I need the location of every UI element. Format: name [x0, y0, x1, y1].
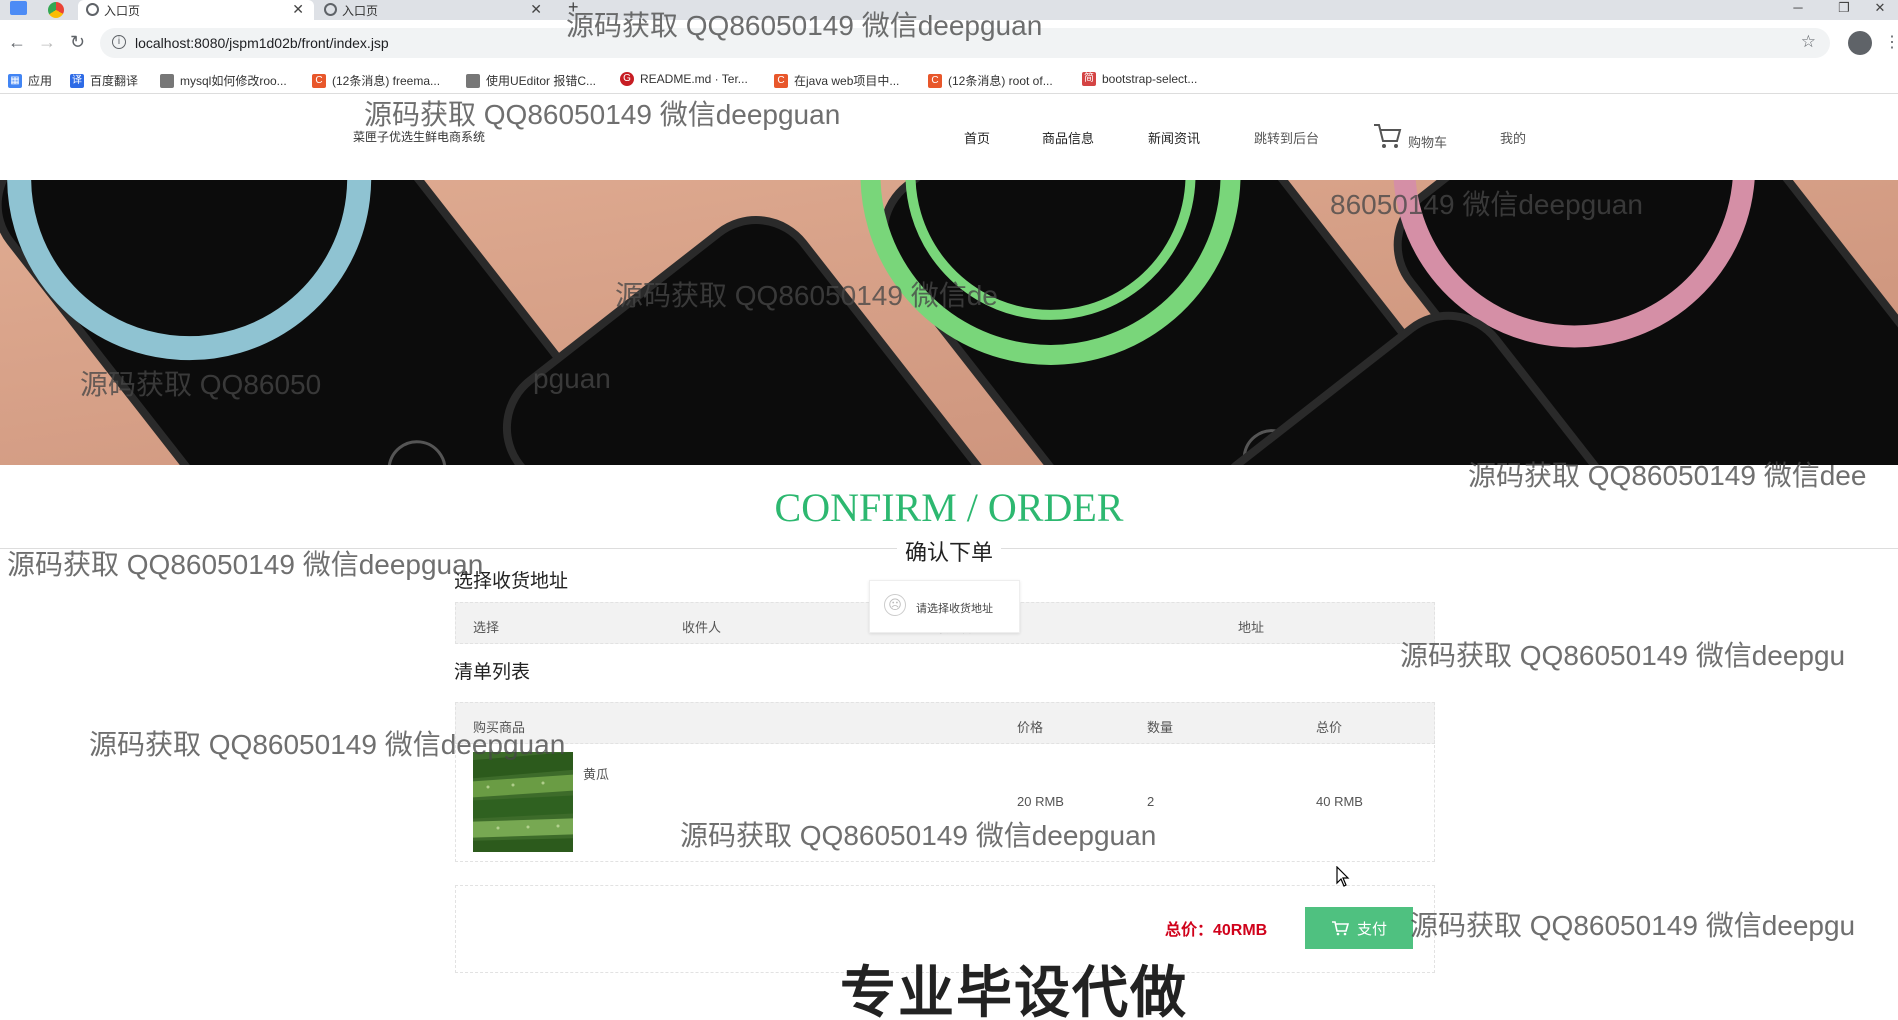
nav-news[interactable]: 新闻资讯	[1148, 128, 1200, 147]
bookmark-csdn-freemarker[interactable]: C (12条消息) freema...	[312, 72, 440, 89]
pay-button-label: 支付	[1356, 920, 1387, 938]
csdn-icon: C	[928, 73, 942, 88]
col-price: 价格	[1017, 720, 1044, 735]
gitee-icon: G	[620, 72, 634, 86]
bookmark-ueditor[interactable]: 使用UEditor 报错C...	[466, 72, 596, 89]
items-table-header: 购买商品 价格 数量 总价	[455, 702, 1435, 744]
tab-home-page-active[interactable]: 入口页 ✕	[78, 0, 314, 20]
profile-avatar[interactable]	[1848, 31, 1872, 55]
forward-icon[interactable]: →	[38, 32, 56, 52]
tab-label: 入口页	[342, 3, 379, 18]
new-tab-button[interactable]: +	[568, 0, 579, 18]
grand-total: 总价：40RMB	[1165, 922, 1268, 939]
col-total: 总价	[1316, 720, 1343, 735]
col-quantity: 数量	[1147, 720, 1174, 735]
reload-icon[interactable]: ↻	[70, 32, 85, 52]
watermark: 源码获取 QQ86050149 微信deepguan	[364, 99, 841, 130]
bookmark-java-web[interactable]: C 在java web项目中...	[774, 72, 899, 89]
page-icon	[160, 73, 174, 88]
bookmark-baidu-translate[interactable]: 译百度翻译	[70, 72, 138, 89]
mouse-cursor-icon	[1336, 866, 1350, 887]
menu-dots-icon[interactable]: ⋮	[1884, 32, 1898, 52]
bookmarks-bar: ▦ 应用 译百度翻译 mysql如何修改roo... C (12条消息) freem…	[0, 66, 1898, 94]
back-icon[interactable]: ←	[8, 32, 26, 52]
product-quantity: 2	[1147, 794, 1155, 809]
cart-icon[interactable]	[1372, 122, 1402, 150]
sad-face-icon: ☹	[884, 594, 906, 616]
globe-icon	[86, 3, 99, 16]
csdn-icon: C	[774, 73, 788, 88]
cart-icon	[1331, 921, 1349, 936]
bookmark-star-icon[interactable]: ☆	[1801, 32, 1816, 52]
confirm-order-title: CONFIRM / ORDER	[774, 485, 1124, 530]
bookmark-mysql[interactable]: mysql如何修改roo...	[160, 72, 287, 89]
hero-banner	[0, 180, 1898, 465]
banner-phones-image	[0, 180, 1898, 465]
info-icon[interactable]: i	[112, 35, 126, 49]
url-text[interactable]: localhost:8080/jspm1d02b/front/index.jsp	[135, 35, 389, 51]
address-bar: ← → ↻ i localhost:8080/jspm1d02b/front/i…	[0, 20, 1898, 66]
cucumber-image	[473, 752, 573, 852]
browser-tab-strip: 入口页 ✕ 入口页 ✕ + ─ ❐ ✕	[0, 0, 1898, 20]
nav-mine[interactable]: 我的	[1500, 128, 1526, 147]
product-name[interactable]: 黄瓜	[583, 764, 609, 783]
product-price: 20 RMB	[1017, 794, 1064, 809]
bookmark-bootstrap-select[interactable]: 简 bootstrap-select...	[1082, 72, 1197, 86]
toast-message: 请选择收货地址	[916, 603, 993, 615]
nav-cart[interactable]: 购物车	[1408, 132, 1447, 151]
product-thumbnail[interactable]	[473, 752, 573, 852]
tab-label: 入口页	[104, 3, 141, 18]
jianshu-icon: 简	[1082, 72, 1096, 86]
col-address: 地址	[1238, 620, 1265, 635]
tab-home-page[interactable]: 入口页 ✕	[316, 0, 552, 20]
list-section-label: 清单列表	[454, 662, 531, 683]
address-section-label: 选择收货地址	[454, 571, 569, 592]
watermark: 源码获取 QQ86050149 微信deepgu	[1400, 640, 1846, 671]
close-tab-icon[interactable]: ✕	[292, 1, 304, 18]
checkout-panel	[455, 885, 1435, 973]
page-icon	[466, 73, 480, 88]
product-total: 40 RMB	[1316, 794, 1363, 809]
col-product: 购买商品	[473, 720, 526, 735]
translate-icon: 译	[70, 73, 84, 88]
site-subtitle: 菜匣子优选生鲜电商系统	[353, 130, 486, 144]
csdn-icon: C	[312, 73, 326, 88]
close-tab-icon[interactable]: ✕	[530, 1, 542, 18]
nav-products[interactable]: 商品信息	[1042, 128, 1094, 147]
bookmark-csdn-root[interactable]: C (12条消息) root of...	[928, 72, 1053, 89]
chrome-icon[interactable]	[48, 2, 64, 18]
globe-icon	[324, 3, 337, 16]
restore-icon[interactable]: ❐	[1824, 0, 1864, 16]
apps-grid-icon: ▦	[8, 73, 22, 88]
confirm-order-subtitle: 确认下单	[0, 535, 1898, 567]
table-row: 黄瓜 20 RMB 2 40 RMB	[455, 740, 1435, 862]
nav-home[interactable]: 首页	[964, 128, 990, 147]
mail-app-icon[interactable]	[10, 1, 27, 15]
col-recipient: 收件人	[682, 620, 722, 635]
close-window-icon[interactable]: ✕	[1860, 0, 1898, 16]
bookmark-readme[interactable]: G README.md · Ter...	[620, 72, 748, 86]
pay-button[interactable]: 支付	[1305, 907, 1413, 949]
nav-admin[interactable]: 跳转到后台	[1254, 128, 1319, 147]
col-select: 选择	[473, 620, 500, 635]
minimize-icon[interactable]: ─	[1778, 0, 1818, 15]
toast-notification: ☹ 请选择收货地址	[869, 580, 1020, 633]
url-field[interactable]: i localhost:8080/jspm1d02b/front/index.j…	[100, 28, 1830, 58]
watermark: 源码获取 QQ86050149 微信deepgu	[1410, 910, 1856, 941]
bookmark-apps[interactable]: ▦ 应用	[8, 72, 52, 89]
